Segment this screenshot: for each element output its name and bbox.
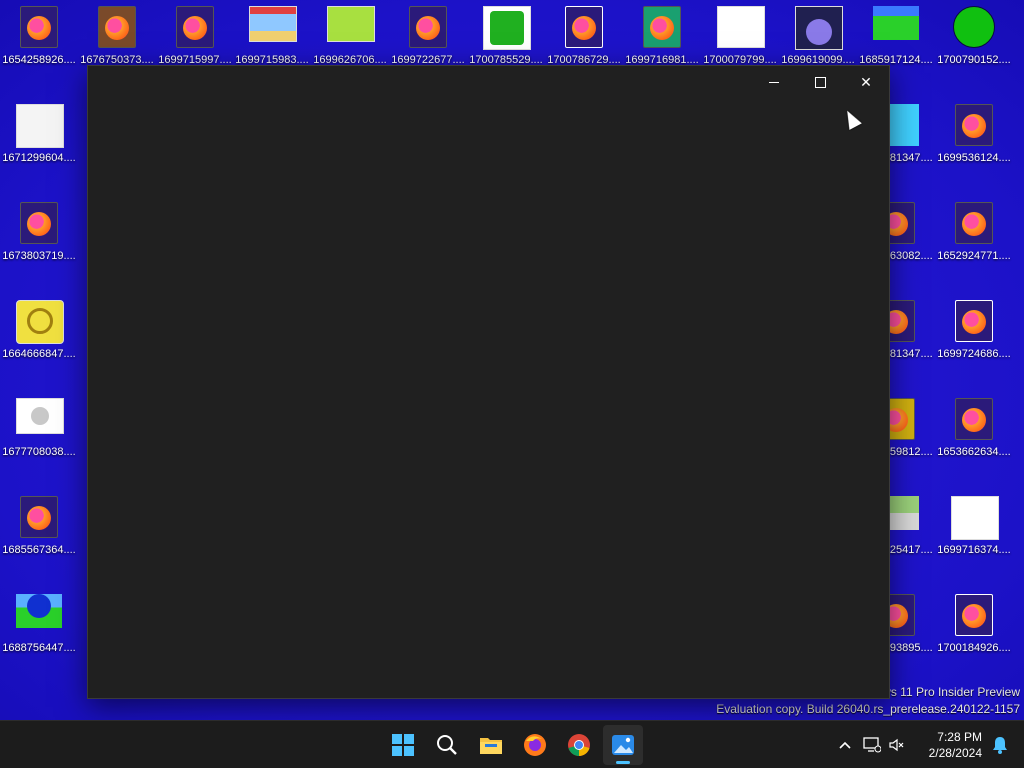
folder-icon [480, 738, 502, 754]
maximize-button[interactable] [797, 66, 843, 98]
desktop-icon[interactable]: 1699724686.... [935, 294, 1013, 361]
image-thumbnail-icon [16, 104, 64, 148]
image-thumbnail-icon [951, 6, 997, 48]
volume-muted-icon [889, 738, 904, 752]
notifications-button[interactable] [986, 721, 1014, 768]
watermark-build: Evaluation copy. Build 26040.rs_prerelea… [716, 702, 1020, 716]
image-thumbnail-icon [483, 6, 531, 50]
desktop-icon[interactable]: 1699716374.... [935, 490, 1013, 557]
bell-icon [993, 737, 1007, 754]
firefox-file-icon [16, 202, 62, 244]
firefox-file-icon [16, 496, 62, 538]
desktop-icon[interactable]: 1700184926.... [935, 588, 1013, 655]
chrome-button[interactable] [559, 725, 599, 765]
desktop-icon[interactable]: 1685917124.... [857, 0, 935, 67]
desktop-icon[interactable]: 1699626706.... [311, 0, 389, 67]
firefox-file-icon [951, 104, 997, 146]
desktop-icon[interactable]: 1699715997.... [156, 0, 234, 67]
window-content [88, 98, 889, 698]
desktop-icon[interactable]: 1699722677.... [389, 0, 467, 67]
close-button[interactable]: ✕ [843, 66, 889, 98]
firefox-icon [524, 734, 546, 756]
firefox-file-icon [951, 398, 997, 440]
search-icon [437, 735, 457, 755]
chrome-icon [568, 734, 590, 756]
image-thumbnail-icon [16, 594, 62, 636]
desktop-icon[interactable]: 1653662634.... [935, 392, 1013, 459]
file-explorer-button[interactable] [471, 725, 511, 765]
volume-button[interactable] [886, 721, 908, 768]
chevron-up-icon [839, 741, 851, 749]
desktop-icon[interactable]: 1664666847.... [0, 294, 78, 361]
desktop-icon[interactable]: 1700786729.... [545, 0, 623, 67]
desktop-icon[interactable]: 1676750373.... [78, 0, 156, 67]
maximize-icon [814, 76, 826, 88]
minimize-icon [769, 81, 779, 83]
desktop-icon-label: 1654258926.... [2, 54, 76, 66]
firefox-file-icon [951, 594, 997, 636]
network-icon [863, 737, 881, 753]
desktop-icon[interactable]: 1699619099.... [779, 0, 857, 67]
clock-date: 2/28/2024 [928, 746, 982, 760]
image-thumbnail-icon [717, 6, 765, 48]
desktop-icon[interactable]: 1700079799.... [701, 0, 779, 67]
image-thumbnail-icon [249, 6, 297, 48]
desktop-icon[interactable]: 1654258926.... [0, 0, 78, 67]
minimize-button[interactable] [751, 66, 797, 98]
desktop-icon-label: 1699716374.... [937, 544, 1011, 556]
show-hidden-icons-button[interactable] [836, 721, 854, 768]
firefox-file-icon [172, 6, 218, 48]
desktop-icon-label: 1685567364.... [2, 544, 76, 556]
taskbar: 7:28 PM 2/28/2024 [0, 720, 1024, 768]
desktop-icon-label: 1664666847.... [2, 348, 76, 360]
firefox-file-icon [94, 6, 140, 48]
image-thumbnail-icon [327, 6, 375, 48]
close-icon: ✕ [860, 73, 872, 90]
system-tray [836, 721, 908, 768]
desktop-icon[interactable]: 1699716981.... [623, 0, 701, 67]
photos-button[interactable] [603, 725, 643, 765]
desktop-icon[interactable]: 1652924771.... [935, 196, 1013, 263]
desktop-icon[interactable]: 1677708038.... [0, 392, 78, 459]
taskbar-clock[interactable]: 7:28 PM 2/28/2024 [929, 729, 982, 761]
desktop-icon[interactable]: 1673803719.... [0, 196, 78, 263]
firefox-file-icon [639, 6, 685, 48]
image-thumbnail-icon [16, 300, 64, 344]
firefox-file-icon [951, 202, 997, 244]
firefox-file-icon [951, 300, 997, 342]
desktop-icon-label: 1700184926.... [937, 642, 1011, 654]
firefox-file-icon [16, 6, 62, 48]
desktop-icon-label: 1688756447.... [2, 642, 76, 654]
network-button[interactable] [858, 721, 886, 768]
image-thumbnail-icon [951, 496, 999, 540]
firefox-file-icon [405, 6, 451, 48]
desktop-icon-label: 1673803719.... [2, 250, 76, 262]
desktop-icon[interactable]: 1685567364.... [0, 490, 78, 557]
image-thumbnail-icon [16, 398, 64, 440]
image-thumbnail-icon [873, 6, 919, 48]
clock-time: 7:28 PM [937, 730, 982, 744]
desktop-icon-label: 1653662634.... [937, 446, 1011, 458]
image-thumbnail-icon [795, 6, 843, 50]
desktop-icon[interactable]: 1699715983.... [233, 0, 311, 67]
desktop-icon[interactable]: 1688756447.... [0, 588, 78, 655]
desktop-icon[interactable]: 1699536124.... [935, 98, 1013, 165]
desktop-icon-label: 1652924771.... [937, 250, 1011, 262]
start-button[interactable] [383, 725, 423, 765]
desktop-icon[interactable]: 1700790152.... [935, 0, 1013, 67]
desktop-icon-label: 1699724686.... [937, 348, 1011, 360]
desktop-icon-label: 1700790152.... [937, 54, 1011, 66]
search-button[interactable] [427, 725, 467, 765]
desktop-icon[interactable]: 1700785529.... [467, 0, 545, 67]
desktop-icon-label: 1671299604.... [2, 152, 76, 164]
firefox-file-icon [561, 6, 607, 48]
app-window: ✕ [87, 65, 890, 699]
windows-start-icon [392, 734, 414, 756]
desktop-icon-label: 1677708038.... [2, 446, 76, 458]
desktop-icon-label: 1699536124.... [937, 152, 1011, 164]
desktop-icon[interactable]: 1671299604.... [0, 98, 78, 165]
photos-icon [612, 735, 634, 755]
firefox-button[interactable] [515, 725, 555, 765]
